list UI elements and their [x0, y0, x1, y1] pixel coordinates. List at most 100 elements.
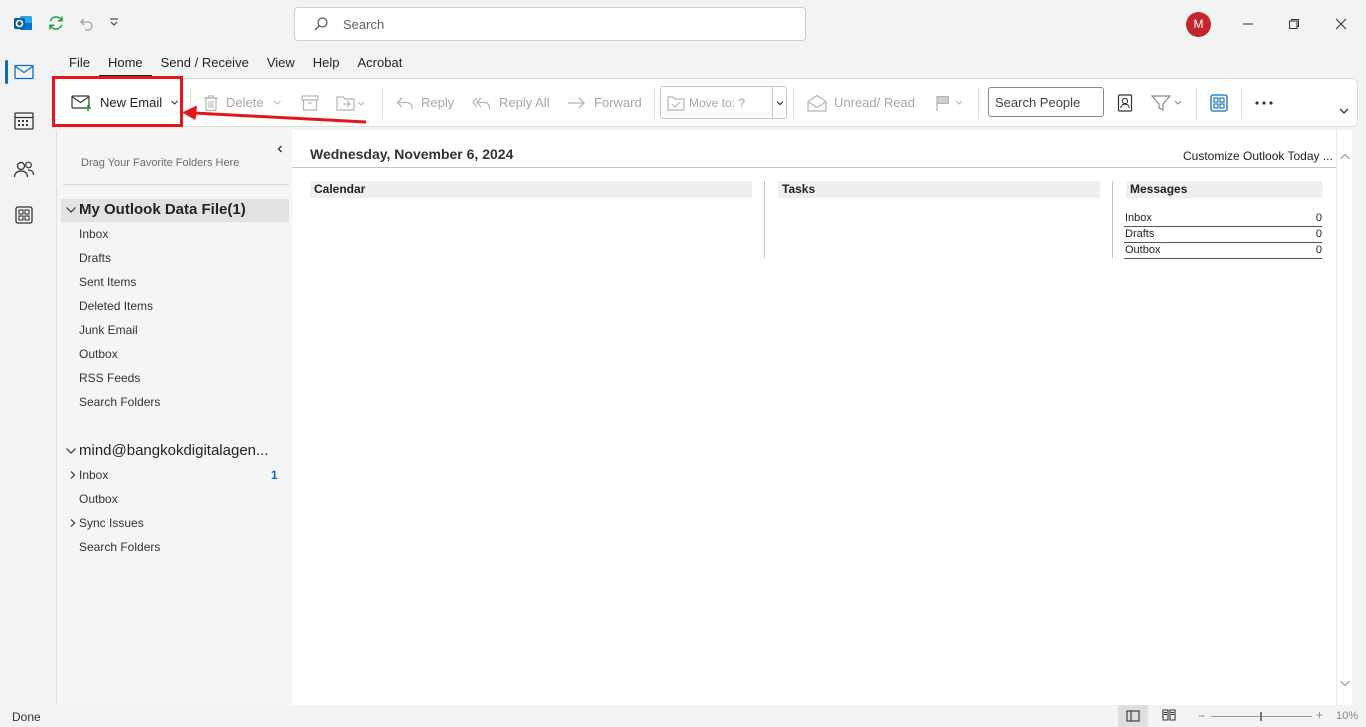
message-label: Drafts [1125, 228, 1155, 240]
chevron-right-icon[interactable] [69, 518, 77, 528]
quick-access-dropdown-icon[interactable] [103, 12, 125, 34]
apps-button[interactable] [1210, 79, 1228, 126]
flag-button[interactable] [935, 79, 965, 126]
unread-count: 1 [271, 468, 278, 482]
message-row-drafts[interactable]: Drafts 0 [1124, 227, 1322, 243]
message-label: Outbox [1125, 244, 1161, 256]
people-nav-icon[interactable] [10, 155, 38, 183]
search-people-field[interactable]: Search People [988, 87, 1104, 117]
account-row-data-file[interactable]: My Outlook Data File(1) [65, 201, 246, 218]
chevron-down-icon [776, 100, 783, 105]
reply-all-icon [472, 95, 492, 111]
tab-file[interactable]: File [60, 55, 99, 77]
sync-icon[interactable] [45, 12, 67, 34]
envelope-open-icon [807, 94, 827, 112]
account-name: mind@bangkokdigitalagen... [79, 442, 269, 459]
chevron-down-icon [65, 204, 79, 216]
folder-rss-feeds[interactable]: RSS Feeds [79, 371, 140, 385]
zoom-slider-thumb[interactable] [1260, 712, 1262, 721]
folder-outbox[interactable]: Outbox [79, 347, 118, 361]
mail-nav-icon[interactable] [10, 58, 38, 86]
forward-button[interactable]: Forward [567, 79, 642, 126]
filter-email-button[interactable] [1151, 79, 1183, 126]
column-divider [764, 181, 765, 258]
tab-home[interactable]: Home [98, 55, 152, 77]
search-placeholder: Search [343, 17, 385, 32]
avatar[interactable]: M [1186, 12, 1211, 37]
minimize-button[interactable] [1238, 14, 1258, 34]
app-nav-rail [0, 50, 48, 705]
status-bar: Done − + 10% [0, 705, 1366, 727]
message-count: 0 [1315, 212, 1322, 224]
collapse-pane-button[interactable] [275, 144, 285, 154]
folder-sync-issues[interactable]: Sync Issues [79, 516, 144, 530]
folder-deleted-items[interactable]: Deleted Items [79, 299, 153, 313]
message-label: Inbox [1125, 212, 1152, 224]
message-row-outbox[interactable]: Outbox 0 [1124, 243, 1322, 259]
vertical-scrollbar[interactable] [1336, 130, 1352, 705]
folder-inbox[interactable]: Inbox [79, 227, 108, 241]
reading-view-button[interactable] [1162, 708, 1176, 722]
active-indicator [5, 60, 8, 84]
zoom-level[interactable]: 10% [1336, 710, 1358, 722]
tab-acrobat[interactable]: Acrobat [349, 55, 412, 77]
message-count: 0 [1315, 244, 1322, 256]
messages-section-header: Messages [1126, 181, 1323, 198]
today-date: Wednesday, November 6, 2024 [310, 146, 514, 162]
close-button[interactable] [1331, 14, 1351, 34]
favorites-divider [63, 184, 289, 185]
reply-button[interactable]: Reply [396, 79, 454, 126]
folder-pane: Drag Your Favorite Folders Here My Outlo… [56, 130, 292, 705]
reply-icon [396, 95, 414, 111]
undo-icon[interactable] [75, 12, 97, 34]
quickstep-dropdown[interactable] [772, 87, 786, 118]
customize-outlook-today-link[interactable]: Customize Outlook Today ... [1183, 149, 1333, 163]
calendar-section-header[interactable]: Calendar [310, 181, 752, 198]
favorites-hint: Drag Your Favorite Folders Here [81, 157, 240, 169]
folder-search-folders[interactable]: Search Folders [79, 395, 160, 409]
folder-junk-email[interactable]: Junk Email [79, 323, 138, 337]
folder-drafts[interactable]: Drafts [79, 251, 111, 265]
scroll-down-icon[interactable] [1339, 678, 1351, 688]
tab-view[interactable]: View [258, 55, 304, 77]
zoom-in-button[interactable]: + [1316, 708, 1323, 722]
folder-label: Inbox [79, 468, 109, 482]
move-to-quickstep[interactable]: Move to: ? [660, 86, 787, 119]
address-book-icon [1117, 93, 1133, 112]
more-commands-button[interactable] [1254, 79, 1274, 126]
annotation-arrow [182, 105, 367, 124]
apps-nav-icon[interactable] [10, 201, 38, 229]
chevron-down-icon [65, 445, 79, 457]
tasks-section-header[interactable]: Tasks [778, 181, 1100, 198]
apps-grid-icon [1210, 93, 1228, 112]
flag-icon [935, 94, 965, 112]
message-row-inbox[interactable]: Inbox 0 [1124, 211, 1322, 227]
chevron-right-icon[interactable] [69, 470, 77, 480]
search-box[interactable]: Search [294, 7, 806, 41]
filter-icon [1151, 94, 1183, 112]
restore-button[interactable] [1284, 14, 1304, 34]
reply-all-button[interactable]: Reply All [472, 79, 550, 126]
outlook-today-pane: Wednesday, November 6, 2024 Customize Ou… [292, 130, 1336, 705]
normal-view-button[interactable] [1118, 705, 1148, 727]
calendar-nav-icon[interactable] [10, 106, 38, 134]
unread-read-button[interactable]: Unread/ Read [807, 79, 915, 126]
chevron-down-icon [1338, 105, 1350, 117]
folder-outbox-account2[interactable]: Outbox [79, 492, 118, 506]
tab-help[interactable]: Help [304, 55, 349, 77]
folder-search-folders-account2[interactable]: Search Folders [79, 540, 160, 554]
folder-inbox-account2[interactable]: Inbox 1 [79, 468, 279, 482]
zoom-out-button[interactable]: − [1198, 709, 1205, 723]
folder-sent-items[interactable]: Sent Items [79, 275, 136, 289]
outlook-logo-icon [12, 12, 34, 34]
ribbon-expand-button[interactable] [1338, 87, 1350, 134]
new-email-highlight [52, 76, 183, 127]
address-book-button[interactable] [1117, 79, 1133, 126]
message-count: 0 [1315, 228, 1322, 240]
ribbon-separator [793, 87, 794, 119]
title-bar: Search M [0, 0, 1366, 50]
account-row-mind[interactable]: mind@bangkokdigitalagen... [65, 442, 269, 459]
tab-send-receive[interactable]: Send / Receive [152, 55, 258, 77]
scroll-up-icon[interactable] [1339, 152, 1351, 162]
column-divider [1112, 181, 1113, 258]
